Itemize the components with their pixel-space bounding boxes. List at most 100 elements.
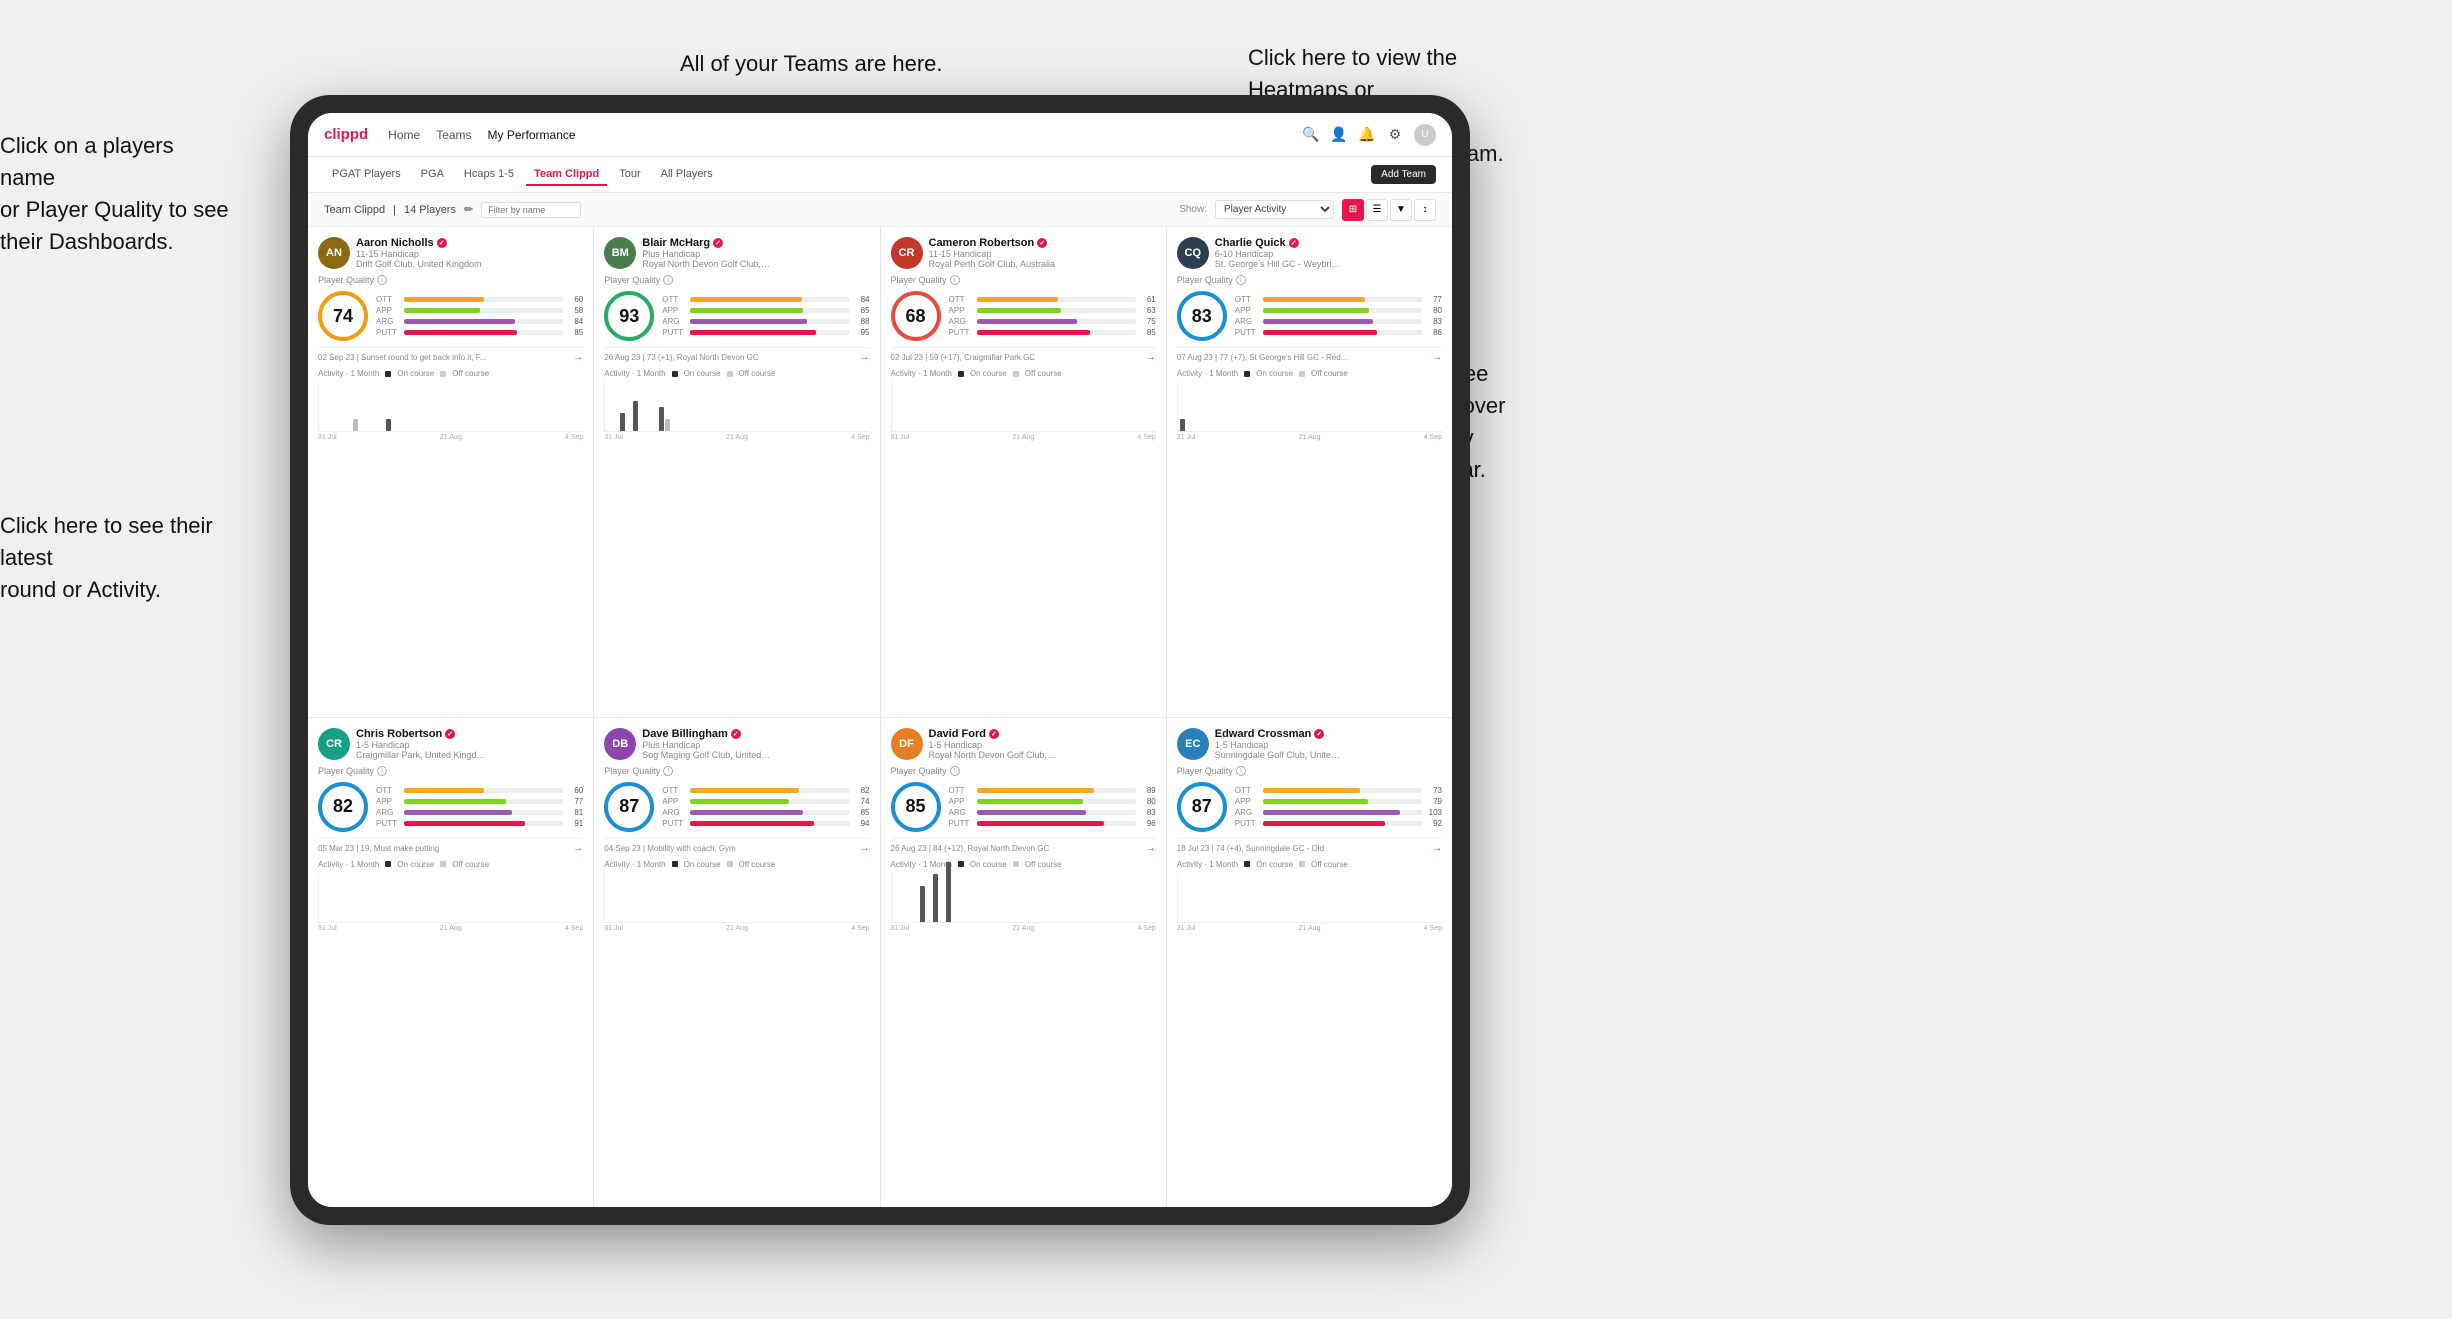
player-name[interactable]: Charlie Quick ✓ [1215,237,1442,249]
search-icon[interactable]: 🔍 [1302,126,1320,144]
user-avatar[interactable]: U [1414,124,1436,146]
info-icon[interactable]: i [1236,766,1246,776]
quality-number: 74 [333,306,353,327]
tab-team-clippd[interactable]: Team Clippd [526,164,607,186]
quality-circle[interactable]: 85 [891,782,941,832]
player-name[interactable]: Dave Billingham ✓ [642,728,869,740]
player-card[interactable]: EC Edward Crossman ✓ 1-5 Handicap Sunnin… [1167,718,1452,1208]
player-card[interactable]: CQ Charlie Quick ✓ 6-10 Handicap St. Geo… [1167,227,1452,717]
latest-round[interactable]: 26 Aug 23 | 73 (+1), Royal North Devon G… [604,347,869,363]
player-name[interactable]: Aaron Nicholls ✓ [356,237,583,249]
putt-row: PUTT 86 [1235,328,1442,337]
bell-icon[interactable]: 🔔 [1358,126,1376,144]
arg-val: 84 [567,317,583,326]
latest-round-text: 02 Jul 23 | 59 (+17), Craigmillar Park G… [891,353,1036,362]
tab-hcaps[interactable]: Hcaps 1-5 [456,164,522,186]
player-name[interactable]: Blair McHarg ✓ [642,237,869,249]
sub-nav: PGAT Players PGA Hcaps 1-5 Team Clippd T… [308,157,1452,193]
player-card[interactable]: AN Aaron Nicholls ✓ 11-15 Handicap Drift… [308,227,593,717]
player-name[interactable]: Cameron Robertson ✓ [929,237,1156,249]
player-header: BM Blair McHarg ✓ Plus Handicap Royal No… [604,237,869,269]
player-info: Chris Robertson ✓ 1-5 Handicap Craigmill… [356,728,583,760]
arg-val: 103 [1426,808,1442,817]
activity-chart [891,873,1156,923]
latest-round[interactable]: 04 Sep 23 | Mobility with coach, Gym → [604,838,869,854]
activity-section: Activity · 1 Month On course Off course [891,860,1156,1198]
edit-icon[interactable]: ✏ [464,203,473,216]
legend-offcourse-label: Off course [452,860,489,869]
quality-circle[interactable]: 93 [604,291,654,341]
app-row: APP 79 [1235,797,1442,806]
profile-icon[interactable]: 👤 [1330,126,1348,144]
quality-section: 87 OTT 82 APP 74 ARG 85 [604,782,869,832]
chart-label-1: 31 Jul [1177,925,1196,932]
player-name[interactable]: David Ford ✓ [929,728,1156,740]
ipad-frame: clippd Home Teams My Performance 🔍 👤 🔔 ⚙… [290,95,1470,1225]
latest-round-text: 04 Sep 23 | Mobility with coach, Gym [604,844,735,853]
latest-round[interactable]: 07 Aug 23 | 77 (+7), St George's Hill GC… [1177,347,1442,363]
legend-oncourse-label: On course [684,369,721,378]
settings-icon[interactable]: ⚙ [1386,126,1404,144]
latest-round[interactable]: 26 Aug 23 | 84 (+12), Royal North Devon … [891,838,1156,854]
player-card[interactable]: CR Chris Robertson ✓ 1-5 Handicap Craigm… [308,718,593,1208]
quality-circle[interactable]: 74 [318,291,368,341]
list-view-icon[interactable]: ☰ [1366,199,1388,221]
quality-circle[interactable]: 82 [318,782,368,832]
legend-oncourse-label: On course [1256,369,1293,378]
verified-icon: ✓ [731,729,741,739]
chart-label-2: 21 Aug [1012,925,1034,932]
quality-circle[interactable]: 87 [604,782,654,832]
nav-link-teams[interactable]: Teams [436,128,471,142]
tab-tour[interactable]: Tour [611,164,648,186]
quality-bars: OTT 82 APP 74 ARG 85 PUTT 94 [662,786,869,828]
player-name[interactable]: Chris Robertson ✓ [356,728,583,740]
player-header: EC Edward Crossman ✓ 1-5 Handicap Sunnin… [1177,728,1442,760]
latest-round[interactable]: 02 Sep 23 | Sunset round to get back int… [318,347,583,363]
nav-link-performance[interactable]: My Performance [488,128,576,142]
tab-pgat[interactable]: PGAT Players [324,164,409,186]
tab-all-players[interactable]: All Players [653,164,721,186]
tab-pga[interactable]: PGA [413,164,452,186]
ott-val: 60 [567,786,583,795]
info-icon[interactable]: i [663,275,673,285]
nav-link-home[interactable]: Home [388,128,420,142]
chart-labels: 31 Jul 21 Aug 4 Sep [891,434,1156,441]
info-icon[interactable]: i [950,275,960,285]
latest-round[interactable]: 02 Jul 23 | 59 (+17), Craigmillar Park G… [891,347,1156,363]
filter-icon[interactable]: ▼ [1390,199,1412,221]
quality-circle[interactable]: 68 [891,291,941,341]
add-team-button[interactable]: Add Team [1371,165,1436,184]
player-card[interactable]: BM Blair McHarg ✓ Plus Handicap Royal No… [594,227,879,717]
player-card[interactable]: CR Cameron Robertson ✓ 11-15 Handicap Ro… [881,227,1166,717]
player-card[interactable]: DF David Ford ✓ 1-5 Handicap Royal North… [881,718,1166,1208]
latest-round[interactable]: 18 Jul 23 | 74 (+4), Sunningdale GC - Ol… [1177,838,1442,854]
app-val: 63 [1140,306,1156,315]
player-avatar: EC [1177,728,1209,760]
arg-row: ARG 85 [662,808,869,817]
player-handicap: 1-5 Handicap [1215,740,1442,750]
player-card[interactable]: DB Dave Billingham ✓ Plus Handicap Sog M… [594,718,879,1208]
legend-oncourse-label: On course [970,369,1007,378]
quality-circle[interactable]: 87 [1177,782,1227,832]
filter-input[interactable] [481,202,581,218]
info-icon[interactable]: i [377,275,387,285]
latest-round-arrow: → [1432,843,1442,854]
player-avatar: DB [604,728,636,760]
sort-icon[interactable]: ↕ [1414,199,1436,221]
info-icon[interactable]: i [377,766,387,776]
latest-round[interactable]: 05 Mar 23 | 19, Must make putting → [318,838,583,854]
info-icon[interactable]: i [950,766,960,776]
chart-labels: 31 Jul 21 Aug 4 Sep [891,925,1156,932]
legend-oncourse [672,861,678,867]
quality-bars: OTT 84 APP 85 ARG 88 PUTT 95 [662,295,869,337]
player-name[interactable]: Edward Crossman ✓ [1215,728,1442,740]
show-select[interactable]: Player Activity Quality Score Trend [1215,200,1334,219]
quality-circle[interactable]: 83 [1177,291,1227,341]
grid-view-icon[interactable]: ⊞ [1342,199,1364,221]
putt-row: PUTT 85 [949,328,1156,337]
info-icon[interactable]: i [1236,275,1246,285]
quality-bars: OTT 60 APP 77 ARG 81 PUTT 91 [376,786,583,828]
info-icon[interactable]: i [663,766,673,776]
activity-header: Activity · 1 Month On course Off course [1177,860,1442,869]
app-row: APP 74 [662,797,869,806]
